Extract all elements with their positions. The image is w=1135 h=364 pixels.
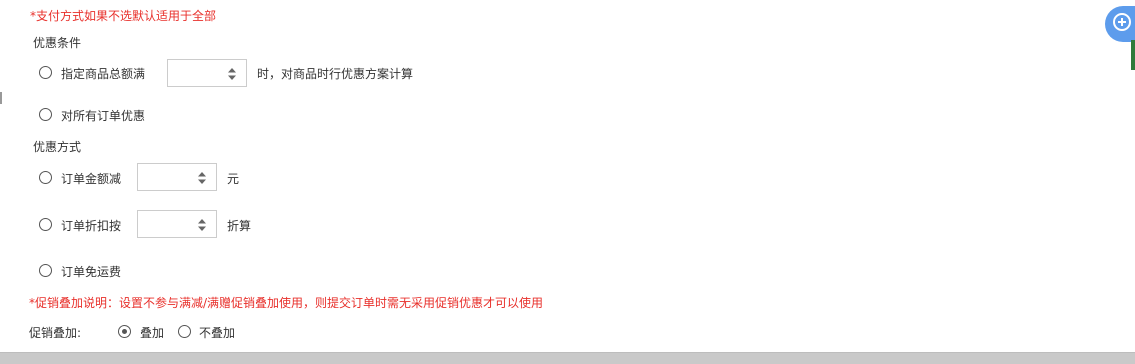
method-free-shipping-radio[interactable]: [39, 264, 52, 277]
method-amount-off-radio[interactable]: [39, 171, 52, 184]
method-discount-radio[interactable]: [39, 218, 52, 231]
method-discount-stepper[interactable]: [137, 210, 217, 238]
stacking-yes-radio[interactable]: [118, 325, 131, 338]
method-free-shipping-label: 订单免运费: [61, 265, 122, 279]
stepper-arrows-icon[interactable]: [197, 171, 207, 185]
method-amount-off-label: 订单金额减: [61, 172, 122, 186]
method-amount-off-suffix: 元: [227, 172, 240, 186]
method-amount-off-stepper[interactable]: [137, 163, 217, 191]
condition-all-orders-label: 对所有订单优惠: [61, 109, 146, 123]
stacking-label: 促销叠加:: [29, 326, 82, 340]
payment-note: *支付方式如果不选默认适用于全部: [30, 9, 217, 23]
stack-note: *促销叠加说明：设置不参与满减/满赠促销叠加使用，则提交订单时需无采用促销优惠才…: [29, 296, 544, 310]
condition-min-amount-label: 指定商品总额满: [61, 67, 146, 81]
floating-add-button[interactable]: [1105, 6, 1135, 42]
condition-min-amount-suffix: 时，对商品时行优惠方案计算: [257, 67, 414, 81]
left-edge-mark: [0, 92, 2, 104]
condition-all-orders-radio[interactable]: [39, 108, 52, 121]
stacking-no-radio[interactable]: [178, 325, 191, 338]
stacking-yes-label: 叠加: [140, 326, 165, 340]
method-discount-label: 订单折扣按: [61, 219, 122, 233]
stepper-arrows-icon[interactable]: [197, 218, 207, 232]
horizontal-scrollbar[interactable]: [0, 352, 1135, 364]
edge-panel-tab[interactable]: [1131, 40, 1135, 70]
method-title: 优惠方式: [33, 140, 82, 154]
stepper-arrows-icon[interactable]: [227, 67, 237, 81]
condition-title: 优惠条件: [33, 36, 82, 50]
method-discount-suffix: 折算: [227, 219, 252, 233]
condition-min-amount-radio[interactable]: [39, 66, 52, 79]
condition-min-amount-stepper[interactable]: [167, 59, 247, 87]
stacking-no-label: 不叠加: [199, 326, 236, 340]
plus-circle-icon: [1113, 13, 1131, 31]
